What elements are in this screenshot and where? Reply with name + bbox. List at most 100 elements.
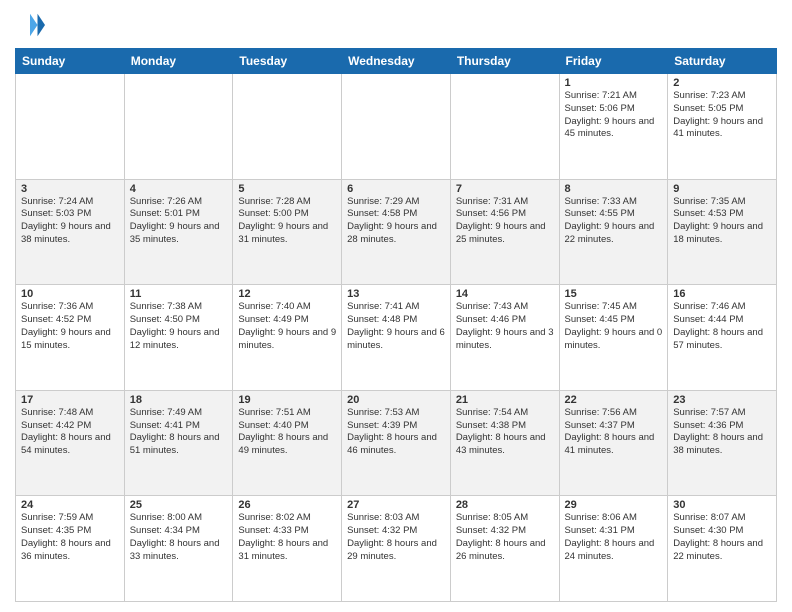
day-info: Sunrise: 7:28 AMSunset: 5:00 PMDaylight:… [238,196,336,247]
calendar-cell [342,74,451,180]
calendar-cell: 23Sunrise: 7:57 AMSunset: 4:36 PMDayligh… [668,390,777,496]
day-info: Sunrise: 7:36 AMSunset: 4:52 PMDaylight:… [21,301,119,352]
weekday-header: Thursday [450,49,559,74]
day-number: 26 [238,499,336,511]
day-info: Sunrise: 7:33 AMSunset: 4:55 PMDaylight:… [565,196,663,247]
calendar-cell: 2Sunrise: 7:23 AMSunset: 5:05 PMDaylight… [668,74,777,180]
calendar-cell: 12Sunrise: 7:40 AMSunset: 4:49 PMDayligh… [233,285,342,391]
day-info: Sunrise: 7:23 AMSunset: 5:05 PMDaylight:… [673,90,771,141]
day-number: 25 [130,499,228,511]
calendar-cell: 28Sunrise: 8:05 AMSunset: 4:32 PMDayligh… [450,496,559,602]
day-info: Sunrise: 8:06 AMSunset: 4:31 PMDaylight:… [565,512,663,563]
day-number: 8 [565,183,663,195]
day-number: 11 [130,288,228,300]
day-number: 6 [347,183,445,195]
calendar-week-row: 17Sunrise: 7:48 AMSunset: 4:42 PMDayligh… [16,390,777,496]
calendar-cell: 5Sunrise: 7:28 AMSunset: 5:00 PMDaylight… [233,179,342,285]
day-number: 1 [565,77,663,89]
day-number: 18 [130,394,228,406]
day-info: Sunrise: 7:59 AMSunset: 4:35 PMDaylight:… [21,512,119,563]
calendar-week-row: 1Sunrise: 7:21 AMSunset: 5:06 PMDaylight… [16,74,777,180]
day-info: Sunrise: 7:45 AMSunset: 4:45 PMDaylight:… [565,301,663,352]
calendar-cell: 30Sunrise: 8:07 AMSunset: 4:30 PMDayligh… [668,496,777,602]
calendar-cell: 25Sunrise: 8:00 AMSunset: 4:34 PMDayligh… [124,496,233,602]
day-number: 3 [21,183,119,195]
calendar-cell: 18Sunrise: 7:49 AMSunset: 4:41 PMDayligh… [124,390,233,496]
calendar-cell: 6Sunrise: 7:29 AMSunset: 4:58 PMDaylight… [342,179,451,285]
day-info: Sunrise: 8:05 AMSunset: 4:32 PMDaylight:… [456,512,554,563]
weekday-header: Monday [124,49,233,74]
page: SundayMondayTuesdayWednesdayThursdayFrid… [0,0,792,612]
day-info: Sunrise: 7:38 AMSunset: 4:50 PMDaylight:… [130,301,228,352]
day-number: 12 [238,288,336,300]
day-number: 4 [130,183,228,195]
calendar-cell: 22Sunrise: 7:56 AMSunset: 4:37 PMDayligh… [559,390,668,496]
day-info: Sunrise: 8:00 AMSunset: 4:34 PMDaylight:… [130,512,228,563]
day-info: Sunrise: 7:57 AMSunset: 4:36 PMDaylight:… [673,407,771,458]
calendar-cell: 10Sunrise: 7:36 AMSunset: 4:52 PMDayligh… [16,285,125,391]
calendar-cell: 27Sunrise: 8:03 AMSunset: 4:32 PMDayligh… [342,496,451,602]
calendar-cell: 16Sunrise: 7:46 AMSunset: 4:44 PMDayligh… [668,285,777,391]
day-info: Sunrise: 7:40 AMSunset: 4:49 PMDaylight:… [238,301,336,352]
day-number: 21 [456,394,554,406]
day-info: Sunrise: 7:54 AMSunset: 4:38 PMDaylight:… [456,407,554,458]
calendar-cell: 26Sunrise: 8:02 AMSunset: 4:33 PMDayligh… [233,496,342,602]
day-info: Sunrise: 7:41 AMSunset: 4:48 PMDaylight:… [347,301,445,352]
day-number: 9 [673,183,771,195]
calendar-cell: 24Sunrise: 7:59 AMSunset: 4:35 PMDayligh… [16,496,125,602]
day-info: Sunrise: 7:26 AMSunset: 5:01 PMDaylight:… [130,196,228,247]
day-info: Sunrise: 7:31 AMSunset: 4:56 PMDaylight:… [456,196,554,247]
calendar-cell: 13Sunrise: 7:41 AMSunset: 4:48 PMDayligh… [342,285,451,391]
day-number: 2 [673,77,771,89]
day-number: 15 [565,288,663,300]
calendar-cell: 15Sunrise: 7:45 AMSunset: 4:45 PMDayligh… [559,285,668,391]
day-number: 13 [347,288,445,300]
calendar-cell: 17Sunrise: 7:48 AMSunset: 4:42 PMDayligh… [16,390,125,496]
day-info: Sunrise: 7:51 AMSunset: 4:40 PMDaylight:… [238,407,336,458]
day-info: Sunrise: 7:35 AMSunset: 4:53 PMDaylight:… [673,196,771,247]
day-info: Sunrise: 7:29 AMSunset: 4:58 PMDaylight:… [347,196,445,247]
day-info: Sunrise: 7:49 AMSunset: 4:41 PMDaylight:… [130,407,228,458]
calendar-cell: 21Sunrise: 7:54 AMSunset: 4:38 PMDayligh… [450,390,559,496]
calendar-cell: 20Sunrise: 7:53 AMSunset: 4:39 PMDayligh… [342,390,451,496]
day-info: Sunrise: 7:56 AMSunset: 4:37 PMDaylight:… [565,407,663,458]
day-info: Sunrise: 7:21 AMSunset: 5:06 PMDaylight:… [565,90,663,141]
calendar-week-row: 24Sunrise: 7:59 AMSunset: 4:35 PMDayligh… [16,496,777,602]
weekday-header: Tuesday [233,49,342,74]
day-number: 23 [673,394,771,406]
calendar-header-row: SundayMondayTuesdayWednesdayThursdayFrid… [16,49,777,74]
calendar-cell: 7Sunrise: 7:31 AMSunset: 4:56 PMDaylight… [450,179,559,285]
day-number: 24 [21,499,119,511]
day-number: 29 [565,499,663,511]
day-info: Sunrise: 7:46 AMSunset: 4:44 PMDaylight:… [673,301,771,352]
calendar-cell: 4Sunrise: 7:26 AMSunset: 5:01 PMDaylight… [124,179,233,285]
calendar-cell: 8Sunrise: 7:33 AMSunset: 4:55 PMDaylight… [559,179,668,285]
day-info: Sunrise: 8:02 AMSunset: 4:33 PMDaylight:… [238,512,336,563]
day-number: 19 [238,394,336,406]
day-info: Sunrise: 7:53 AMSunset: 4:39 PMDaylight:… [347,407,445,458]
calendar-cell [16,74,125,180]
calendar-cell: 19Sunrise: 7:51 AMSunset: 4:40 PMDayligh… [233,390,342,496]
day-number: 17 [21,394,119,406]
calendar-cell [233,74,342,180]
calendar-cell: 14Sunrise: 7:43 AMSunset: 4:46 PMDayligh… [450,285,559,391]
day-info: Sunrise: 7:48 AMSunset: 4:42 PMDaylight:… [21,407,119,458]
day-number: 22 [565,394,663,406]
day-number: 20 [347,394,445,406]
day-info: Sunrise: 8:03 AMSunset: 4:32 PMDaylight:… [347,512,445,563]
calendar-cell: 3Sunrise: 7:24 AMSunset: 5:03 PMDaylight… [16,179,125,285]
calendar-cell: 1Sunrise: 7:21 AMSunset: 5:06 PMDaylight… [559,74,668,180]
day-number: 14 [456,288,554,300]
day-number: 7 [456,183,554,195]
weekday-header: Saturday [668,49,777,74]
calendar: SundayMondayTuesdayWednesdayThursdayFrid… [15,48,777,602]
weekday-header: Sunday [16,49,125,74]
day-number: 16 [673,288,771,300]
day-info: Sunrise: 7:43 AMSunset: 4:46 PMDaylight:… [456,301,554,352]
calendar-cell: 9Sunrise: 7:35 AMSunset: 4:53 PMDaylight… [668,179,777,285]
day-info: Sunrise: 8:07 AMSunset: 4:30 PMDaylight:… [673,512,771,563]
logo [15,10,49,40]
day-number: 5 [238,183,336,195]
day-info: Sunrise: 7:24 AMSunset: 5:03 PMDaylight:… [21,196,119,247]
calendar-cell: 11Sunrise: 7:38 AMSunset: 4:50 PMDayligh… [124,285,233,391]
